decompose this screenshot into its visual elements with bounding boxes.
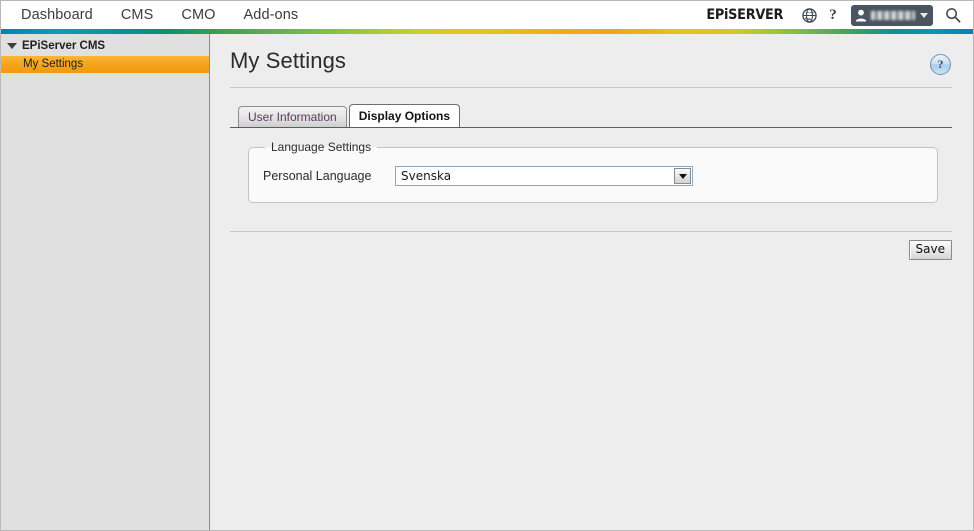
page-header: My Settings ?: [230, 34, 955, 75]
personal-language-label: Personal Language: [263, 169, 372, 183]
tab-user-information[interactable]: User Information: [238, 106, 347, 127]
nav-cmo[interactable]: CMO: [167, 1, 229, 29]
tab-bottom-border: [230, 127, 952, 128]
personal-language-row: Personal Language Svenska: [261, 166, 925, 186]
language-settings-fieldset: Language Settings Personal Language Sven…: [248, 140, 938, 203]
title-divider: [230, 87, 952, 88]
body-area: EPiServer CMS My Settings My Settings ? …: [1, 34, 973, 530]
personal-language-select[interactable]: Svenska: [395, 166, 693, 186]
tab-panel-display-options: Language Settings Personal Language Sven…: [230, 128, 955, 203]
sidebar-item-my-settings[interactable]: My Settings: [1, 56, 209, 73]
sidebar-root-episerver-cms[interactable]: EPiServer CMS: [1, 37, 209, 54]
episerver-logo: EPiSERVER: [707, 7, 784, 23]
chevron-down-icon: [920, 12, 928, 18]
user-menu-button[interactable]: [851, 4, 933, 26]
search-icon[interactable]: [941, 3, 965, 27]
save-button[interactable]: Save: [908, 240, 952, 260]
global-header: Dashboard CMS CMO Add-ons EPiSERVER ?: [1, 1, 973, 29]
page-title: My Settings: [230, 48, 347, 73]
globe-icon[interactable]: [797, 3, 821, 27]
header-right-tools: EPiSERVER ?: [703, 3, 969, 27]
footer-actions: Save: [230, 232, 955, 260]
page-help-icon[interactable]: ?: [930, 54, 951, 75]
caret-down-icon[interactable]: [7, 42, 17, 49]
sidebar: EPiServer CMS My Settings: [1, 34, 210, 530]
tab-strip: User Information Display Options: [230, 104, 955, 127]
help-icon[interactable]: ?: [821, 3, 845, 27]
select-dropdown-button[interactable]: [674, 168, 691, 184]
episerver-admin-window: Dashboard CMS CMO Add-ons EPiSERVER ? EP…: [0, 0, 974, 531]
language-settings-legend: Language Settings: [271, 140, 372, 154]
content-area: My Settings ? User Information Display O…: [210, 34, 973, 530]
logo-prefix: EP: [706, 7, 725, 23]
page-help-question-mark: ?: [937, 57, 944, 71]
nav-dashboard[interactable]: Dashboard: [15, 1, 107, 29]
person-icon: [855, 9, 867, 21]
nav-addons[interactable]: Add-ons: [230, 1, 313, 29]
tab-display-options[interactable]: Display Options: [348, 104, 461, 127]
nav-cms[interactable]: CMS: [107, 1, 168, 29]
help-question-mark: ?: [829, 6, 837, 23]
chevron-down-icon: [678, 173, 687, 179]
username-masked: [871, 10, 915, 20]
sidebar-root-label: EPiServer CMS: [22, 39, 106, 52]
logo-suffix: SERVER: [728, 7, 784, 23]
personal-language-value: Svenska: [401, 169, 452, 183]
global-navigation: Dashboard CMS CMO Add-ons: [15, 1, 312, 29]
